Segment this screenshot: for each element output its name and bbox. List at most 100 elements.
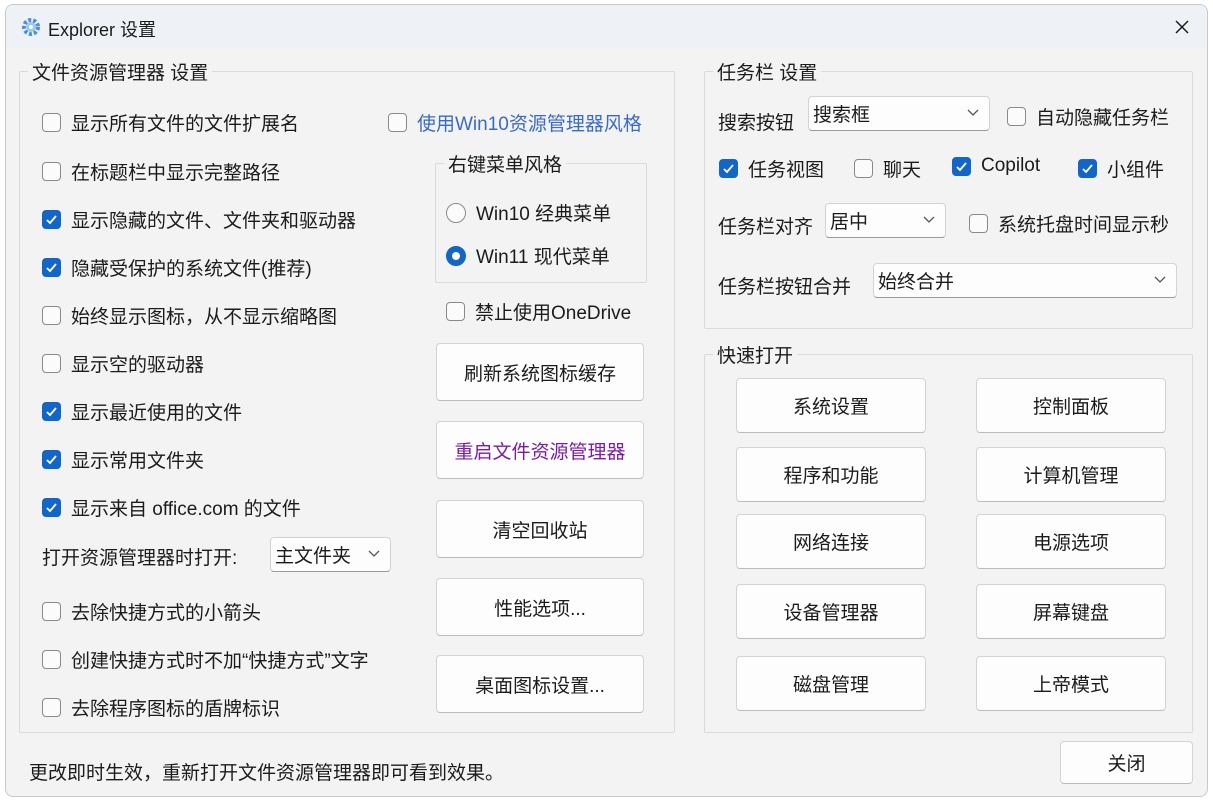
- window-close-button[interactable]: [1157, 5, 1207, 49]
- explorer-option-checkbox[interactable]: 显示常用文件夹: [42, 446, 204, 473]
- empty-recycle-bin-button[interactable]: 清空回收站: [436, 500, 644, 558]
- quick-open-button[interactable]: 控制面板: [976, 378, 1166, 433]
- search-button-select[interactable]: 搜索框: [808, 96, 990, 131]
- quick-open-button[interactable]: 电源选项: [976, 514, 1166, 569]
- quick-open-title: 快速打开: [713, 341, 798, 368]
- disable-onedrive-checkbox[interactable]: 禁止使用OneDrive: [446, 298, 631, 325]
- checkbox-box: [42, 354, 61, 373]
- quick-open-button[interactable]: 设备管理器: [736, 584, 926, 639]
- taskbar-toggle-checkbox[interactable]: 小组件: [1078, 155, 1164, 182]
- taskbar-align-select[interactable]: 居中: [825, 203, 946, 238]
- shortcut-option-checkbox-label: 去除程序图标的盾牌标识: [71, 699, 281, 720]
- checkbox-box: [42, 162, 61, 181]
- checkbox-box: [42, 306, 61, 325]
- chevron-down-icon: [923, 216, 935, 223]
- checkbox-box: [42, 650, 61, 669]
- restart-explorer-button[interactable]: 重启文件资源管理器: [436, 421, 644, 479]
- explorer-option-checkbox-label: 显示所有文件的文件扩展名: [71, 114, 300, 135]
- checkmark-icon: [46, 455, 57, 465]
- status-message: 更改即时生效，重新打开文件资源管理器即可看到效果。: [29, 763, 505, 784]
- checkbox-box: [1078, 159, 1097, 178]
- open-location-value: 主文件夹: [275, 546, 352, 567]
- quick-open-button[interactable]: 屏幕键盘: [976, 584, 1166, 639]
- chevron-down-icon: [368, 550, 380, 557]
- radio-win10-menu[interactable]: Win10 经典菜单: [446, 199, 611, 226]
- quick-open-button[interactable]: 程序和功能: [736, 447, 926, 502]
- quick-open-button[interactable]: 上帝模式: [976, 656, 1166, 711]
- refresh-icon-cache-button[interactable]: 刷新系统图标缓存: [436, 343, 644, 401]
- checkbox-box: [42, 113, 61, 132]
- disable-onedrive-label: 禁止使用OneDrive: [475, 303, 632, 324]
- shortcut-option-checkbox[interactable]: 去除快捷方式的小箭头: [42, 598, 261, 625]
- taskbar-toggle-checkbox[interactable]: Copilot: [952, 155, 1040, 177]
- checkbox-box: [42, 698, 61, 717]
- shortcut-option-checkbox-label: 创建快捷方式时不加“快捷方式”文字: [71, 651, 369, 672]
- taskbar-align-value: 居中: [830, 212, 869, 233]
- shortcut-option-checkbox[interactable]: 去除程序图标的盾牌标识: [42, 694, 280, 721]
- checkbox-box: [969, 214, 988, 233]
- radio-win10-label: Win10 经典菜单: [476, 204, 612, 225]
- explorer-option-checkbox[interactable]: 显示所有文件的文件扩展名: [42, 109, 299, 136]
- explorer-option-checkbox[interactable]: 隐藏受保护的系统文件(推荐): [42, 254, 312, 281]
- explorer-option-checkbox[interactable]: 在标题栏中显示完整路径: [42, 158, 280, 185]
- explorer-option-checkbox-label: 显示最近使用的文件: [71, 403, 243, 424]
- checkbox-box: [952, 156, 971, 176]
- context-menu-title: 右键菜单风格: [444, 150, 567, 177]
- quick-open-button[interactable]: 系统设置: [736, 378, 926, 433]
- explorer-option-checkbox-label: 在标题栏中显示完整路径: [71, 163, 281, 184]
- close-icon: [1175, 20, 1189, 34]
- desktop-icon-settings-button[interactable]: 桌面图标设置...: [436, 655, 644, 713]
- search-button-value: 搜索框: [813, 105, 871, 126]
- quick-open-button[interactable]: 计算机管理: [976, 447, 1166, 502]
- tray-seconds-checkbox[interactable]: 系统托盘时间显示秒: [969, 210, 1169, 237]
- open-location-label: 打开资源管理器时打开:: [42, 548, 238, 569]
- checkbox-box: [42, 258, 61, 277]
- taskbar-toggle-checkbox[interactable]: 聊天: [854, 155, 921, 182]
- explorer-option-checkbox[interactable]: 显示空的驱动器: [42, 350, 204, 377]
- win10-style-checkbox[interactable]: 使用Win10资源管理器风格: [388, 109, 642, 136]
- explorer-option-checkbox-label: 隐藏受保护的系统文件(推荐): [71, 259, 312, 280]
- checkbox-box: [42, 450, 61, 469]
- taskbar-toggle-checkbox-label: 任务视图: [748, 160, 825, 181]
- explorer-option-checkbox[interactable]: 显示隐藏的文件、文件夹和驱动器: [42, 206, 356, 233]
- radio-circle: [446, 245, 466, 266]
- chevron-down-icon: [1154, 276, 1166, 283]
- auto-hide-taskbar-label: 自动隐藏任务栏: [1036, 108, 1170, 129]
- taskbar-combine-label: 任务栏按钮合并: [718, 277, 852, 298]
- explorer-option-checkbox[interactable]: 显示最近使用的文件: [42, 398, 242, 425]
- radio-win11-menu[interactable]: Win11 现代菜单: [446, 242, 610, 269]
- explorer-option-checkbox[interactable]: 显示来自 office.com 的文件: [42, 494, 301, 521]
- checkbox-box: [1007, 107, 1026, 126]
- tray-seconds-label: 系统托盘时间显示秒: [998, 215, 1170, 236]
- checkbox-box: [388, 113, 407, 132]
- window-title: Explorer 设置: [48, 20, 157, 40]
- taskbar-toggle-checkbox-label: 聊天: [883, 160, 922, 181]
- taskbar-toggle-checkbox-label: Copilot: [981, 155, 1041, 176]
- checkmark-icon: [46, 263, 57, 273]
- open-location-select[interactable]: 主文件夹: [270, 537, 391, 572]
- checkbox-box: [446, 302, 465, 321]
- checkmark-icon: [723, 164, 734, 174]
- gear-icon: [20, 16, 42, 38]
- checkbox-box: [42, 498, 61, 517]
- quick-open-button[interactable]: 网络连接: [736, 514, 926, 569]
- performance-options-button[interactable]: 性能选项...: [436, 578, 644, 636]
- close-button[interactable]: 关闭: [1060, 741, 1193, 784]
- explorer-option-checkbox[interactable]: 始终显示图标，从不显示缩略图: [42, 302, 337, 329]
- taskbar-combine-select[interactable]: 始终合并: [873, 263, 1177, 298]
- taskbar-group-title: 任务栏 设置: [713, 58, 822, 85]
- quick-open-button[interactable]: 磁盘管理: [736, 656, 926, 711]
- checkbox-box: [42, 210, 61, 229]
- explorer-option-checkbox-label: 显示空的驱动器: [71, 355, 205, 376]
- win10-style-label: 使用Win10资源管理器风格: [417, 114, 642, 135]
- explorer-group-title: 文件资源管理器 设置: [28, 58, 213, 85]
- taskbar-toggle-checkbox-label: 小组件: [1107, 160, 1165, 181]
- title-bar: Explorer 设置: [6, 5, 1207, 49]
- taskbar-toggle-checkbox[interactable]: 任务视图: [719, 155, 824, 182]
- radio-win11-label: Win11 现代菜单: [476, 247, 610, 268]
- taskbar-combine-value: 始终合并: [878, 272, 955, 293]
- shortcut-option-checkbox[interactable]: 创建快捷方式时不加“快捷方式”文字: [42, 646, 369, 673]
- checkmark-icon: [46, 503, 57, 513]
- auto-hide-taskbar-checkbox[interactable]: 自动隐藏任务栏: [1007, 103, 1169, 130]
- checkbox-box: [719, 159, 738, 178]
